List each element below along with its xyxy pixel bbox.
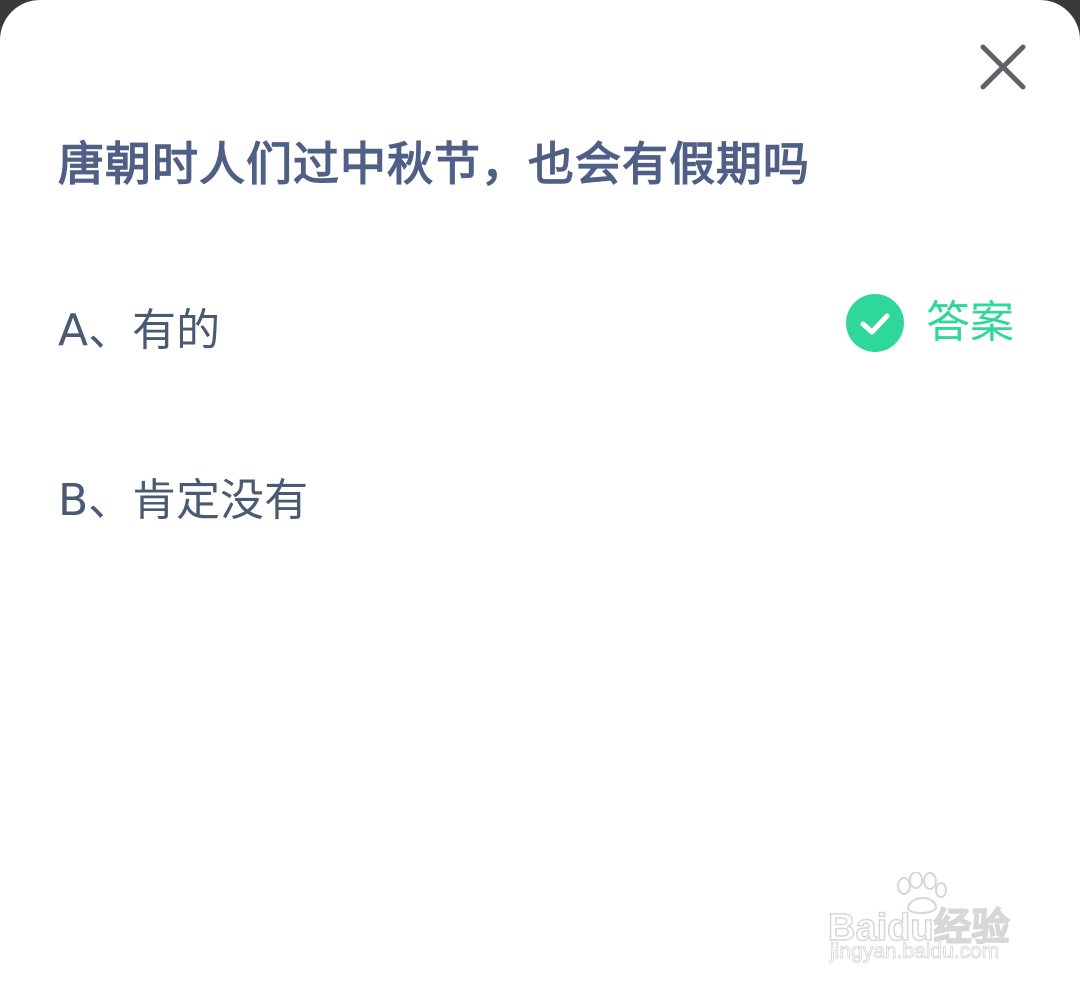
close-button[interactable]	[974, 38, 1032, 96]
quiz-dialog: 唐朝时人们过中秋节，也会有假期吗 A、有的 答案 B、肯定没有 Baidu经验 …	[0, 0, 1080, 987]
close-icon	[980, 44, 1026, 90]
check-circle-icon	[846, 294, 904, 352]
option-b[interactable]: B、肯定没有	[0, 442, 1080, 542]
baidu-jingyan-watermark: Baidu经验 jingyan.baidu.com	[827, 872, 1028, 967]
option-b-label: B、肯定没有	[58, 475, 309, 526]
option-a[interactable]: A、有的 答案	[0, 272, 1080, 372]
option-a-label: A、有的	[58, 305, 221, 356]
question-title: 唐朝时人们过中秋节，也会有假期吗	[58, 137, 810, 191]
watermark-url: jingyan.baidu.com	[830, 940, 1000, 964]
answer-label: 答案	[926, 297, 1014, 348]
